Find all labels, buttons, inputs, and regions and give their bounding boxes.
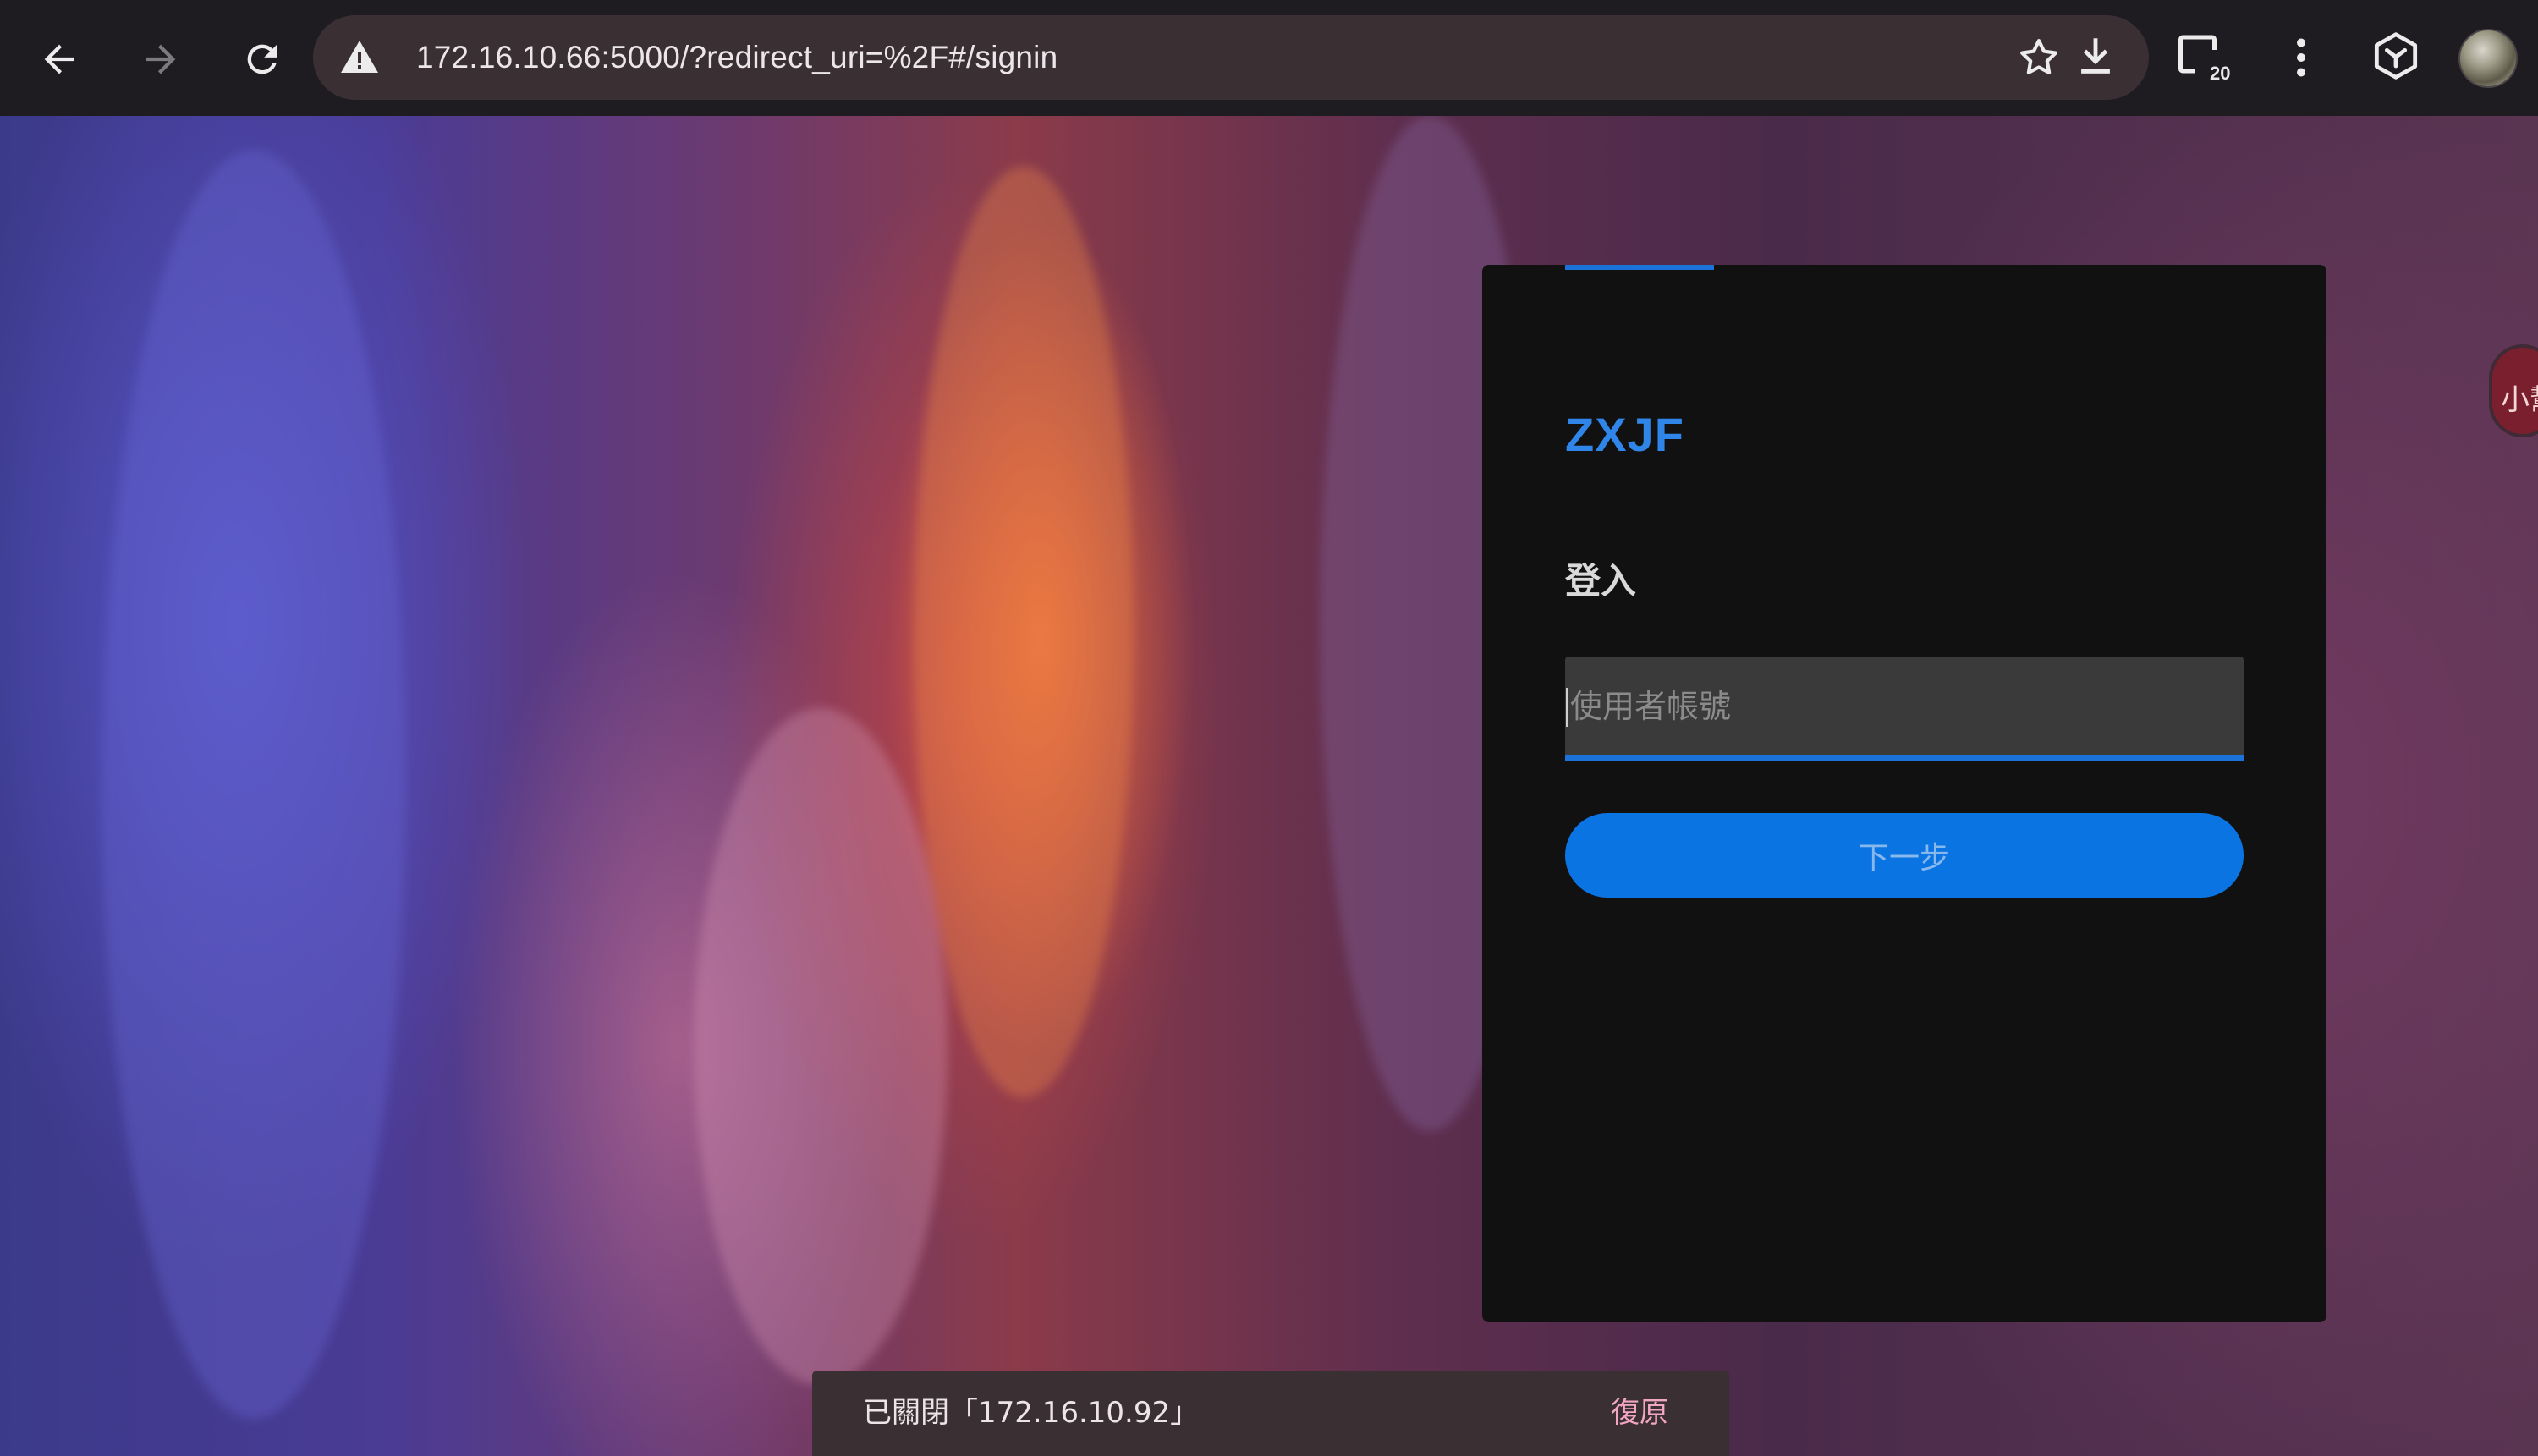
reload-button[interactable] xyxy=(227,24,298,95)
login-card: ZXJF 登入 下一步 xyxy=(1482,265,2326,1322)
reload-icon xyxy=(247,44,277,74)
browser-toolbar: 172.16.10.66:5000/?redirect_uri=%2F#/sig… xyxy=(0,0,2538,116)
username-field[interactable] xyxy=(1565,657,2244,761)
star-icon[interactable] xyxy=(2015,34,2063,81)
snackbar-message: 已關閉「172.16.10.92」 xyxy=(863,1396,1200,1430)
tab-switcher-button[interactable]: 20 xyxy=(2174,29,2239,93)
username-field-underline xyxy=(1565,755,2244,761)
brand-title: ZXJF xyxy=(1565,408,1684,461)
next-button[interactable]: 下一步 xyxy=(1565,813,2244,898)
avatar-icon[interactable] xyxy=(2458,29,2518,88)
undo-button[interactable]: 復原 xyxy=(1611,1371,1668,1456)
progress-indicator xyxy=(1565,265,1714,270)
arrow-right-icon xyxy=(146,44,176,74)
more-vert-icon[interactable] xyxy=(2276,30,2326,85)
arrow-left-icon xyxy=(44,44,74,74)
floating-assistant-button[interactable]: 小幫 xyxy=(2489,344,2538,437)
back-button[interactable] xyxy=(24,24,95,95)
warning-triangle-icon[interactable] xyxy=(338,37,381,78)
background-streak xyxy=(102,150,406,1419)
url-text[interactable]: 172.16.10.66:5000/?redirect_uri=%2F#/sig… xyxy=(416,15,1058,100)
background-streak xyxy=(914,167,1134,1097)
signin-heading: 登入 xyxy=(1565,560,1637,602)
forward-button[interactable] xyxy=(125,24,196,95)
username-input[interactable] xyxy=(1565,657,2244,756)
background-streak xyxy=(694,708,948,1385)
download-icon[interactable] xyxy=(2071,32,2120,81)
text-caret xyxy=(1566,688,1568,727)
cube-extension-icon[interactable] xyxy=(2369,29,2423,83)
tab-count: 20 xyxy=(2210,63,2231,84)
snackbar: 已關閉「172.16.10.92」 復原 xyxy=(812,1371,1729,1456)
floating-assistant-label: 小幫 xyxy=(2501,383,2538,417)
address-bar[interactable]: 172.16.10.66:5000/?redirect_uri=%2F#/sig… xyxy=(313,15,2149,100)
